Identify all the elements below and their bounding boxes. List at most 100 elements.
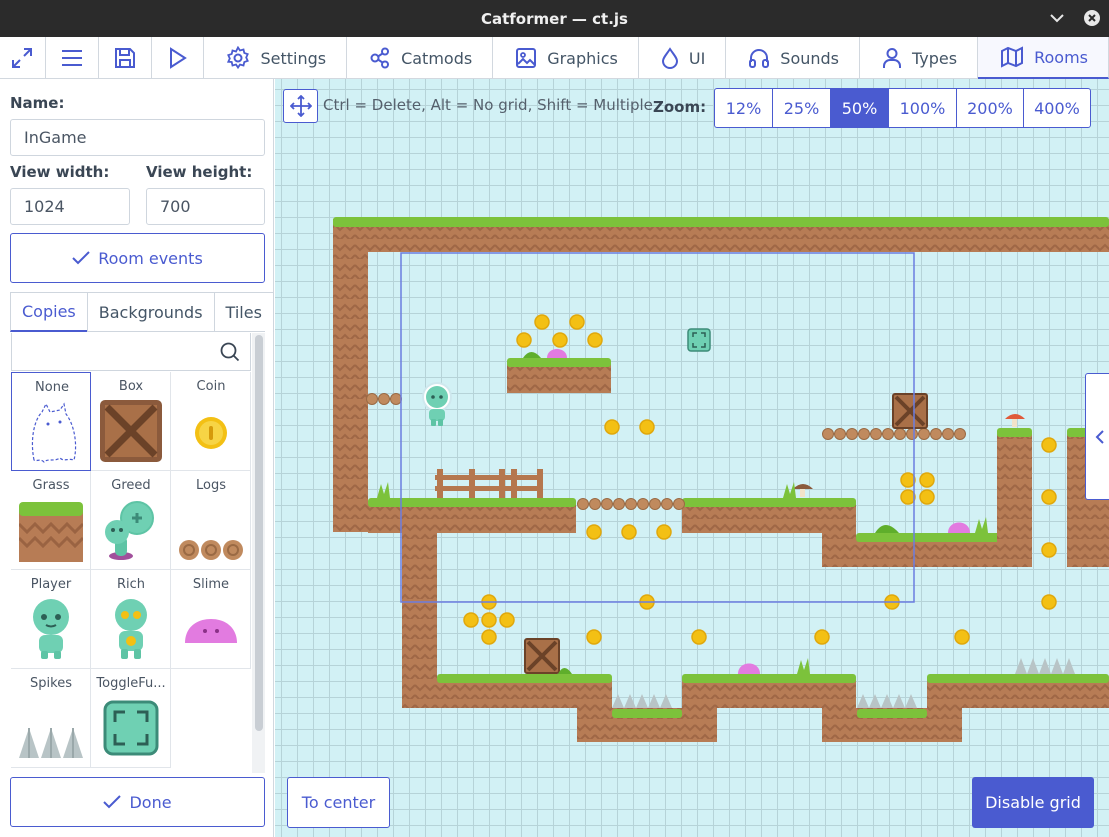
panel-tabs: Copies Backgrounds Tiles: [10, 292, 274, 332]
view-height-input[interactable]: 700: [146, 188, 265, 225]
tab-label: Types: [912, 48, 958, 68]
tab-label: Settings: [260, 48, 327, 68]
type-slime[interactable]: Slime: [171, 570, 251, 669]
type-player[interactable]: Player: [11, 570, 91, 669]
tab-label: Sounds: [780, 48, 840, 68]
type-logs[interactable]: Logs: [171, 471, 251, 570]
chevron-down-icon[interactable]: [1047, 8, 1067, 28]
type-grass[interactable]: Grass: [11, 471, 91, 570]
type-label: Coin: [196, 379, 226, 394]
crate-icon: [100, 400, 162, 462]
title-bar: Catformer — ct.js: [0, 0, 1109, 37]
search-icon: [220, 342, 240, 366]
tab-catmods[interactable]: Catmods: [347, 37, 494, 79]
done-label: Done: [129, 792, 172, 812]
type-label: Spikes: [30, 676, 72, 691]
fullscreen-toggle-icon: [103, 700, 159, 756]
type-box[interactable]: Box: [91, 372, 171, 471]
check-icon: [103, 795, 122, 809]
greed-character-icon: [105, 501, 154, 560]
type-label: Slime: [192, 577, 230, 592]
tab-graphics[interactable]: Graphics: [493, 37, 639, 79]
type-coin[interactable]: Coin: [171, 372, 251, 471]
play-icon: [169, 47, 187, 69]
type-search-input[interactable]: [11, 333, 251, 371]
zoom-25-button[interactable]: 25%: [773, 89, 831, 127]
room-properties-panel: Name: InGame View width: View height: 10…: [0, 79, 274, 837]
type-list-scroll-thumb[interactable]: [255, 335, 263, 731]
play-button[interactable]: [152, 37, 205, 79]
name-label: Name:: [10, 94, 65, 112]
view-width-input[interactable]: 1024: [10, 188, 130, 225]
type-label: Greed: [111, 478, 151, 493]
zoom-400-button[interactable]: 400%: [1024, 89, 1090, 127]
expand-icon: [12, 48, 33, 68]
hamburger-icon: [61, 50, 82, 66]
type-label: ToggleFu...: [96, 676, 166, 691]
user-icon: [883, 48, 902, 68]
zoom-12-button[interactable]: 12%: [715, 89, 773, 127]
tab-tiles[interactable]: Tiles: [213, 292, 274, 332]
spikes-icon: [19, 728, 83, 758]
type-label: Player: [30, 577, 72, 592]
check-icon: [72, 251, 90, 265]
tab-ui[interactable]: UI: [639, 37, 727, 79]
floppy-disk-icon: [114, 48, 135, 68]
zoom-50-button[interactable]: 50%: [831, 89, 889, 127]
tab-sounds[interactable]: Sounds: [726, 37, 861, 79]
image-icon: [516, 48, 537, 68]
ghost-cat-icon: [31, 402, 77, 463]
chevron-left-icon: [1095, 429, 1104, 444]
room-events-button[interactable]: Room events: [10, 233, 265, 283]
rich-character-icon: [115, 599, 147, 659]
type-spikes[interactable]: Spikes: [11, 669, 91, 768]
main-toolbar: Settings Catmods Graphics UI Sounds Type…: [0, 37, 1109, 79]
to-center-button[interactable]: To center: [287, 777, 390, 828]
zoom-200-button[interactable]: 200%: [957, 89, 1024, 127]
tab-rooms[interactable]: Rooms: [978, 37, 1109, 79]
slime-icon: [185, 619, 237, 643]
droplet-icon: [661, 47, 678, 69]
player-character-icon: [33, 599, 69, 659]
room-events-label: Room events: [98, 248, 203, 268]
tab-label: Graphics: [547, 48, 618, 68]
zoom-label: Zoom:: [653, 98, 707, 116]
room-canvas[interactable]: Ctrl = Delete, Alt = No grid, Shift = Mu…: [275, 79, 1109, 837]
map-icon: [1001, 46, 1024, 68]
tab-copies[interactable]: Copies: [10, 292, 88, 332]
menu-button[interactable]: [46, 37, 99, 79]
view-width-label: View width:: [10, 163, 110, 181]
share-nodes-icon: [370, 47, 390, 69]
gear-icon: [227, 46, 250, 70]
editor-hint: Ctrl = Delete, Alt = No grid, Shift = Mu…: [323, 96, 653, 114]
zoom-100-button[interactable]: 100%: [889, 89, 957, 127]
move-room-button[interactable]: [283, 89, 318, 123]
type-greed[interactable]: Greed: [91, 471, 171, 570]
tab-label: UI: [688, 48, 706, 68]
type-label: Box: [118, 379, 144, 394]
tab-types[interactable]: Types: [860, 37, 979, 79]
tab-backgrounds[interactable]: Backgrounds: [86, 292, 215, 332]
tab-settings[interactable]: Settings: [204, 37, 348, 79]
logs-icon: [179, 540, 243, 560]
headphones-icon: [749, 49, 770, 68]
arrows-move-icon: [289, 95, 312, 117]
level-layout: [333, 217, 1109, 742]
type-rich[interactable]: Rich: [91, 570, 171, 669]
room-name-input[interactable]: InGame: [10, 119, 265, 156]
view-height-label: View height:: [146, 163, 253, 181]
window-title: Catformer — ct.js: [480, 9, 628, 28]
save-button[interactable]: [99, 37, 152, 79]
type-togglefullscreen[interactable]: ToggleFu...: [91, 669, 171, 768]
tab-label: Catmods: [401, 48, 473, 68]
coin-icon: [195, 417, 227, 449]
fullscreen-button[interactable]: [0, 37, 46, 79]
disable-grid-button[interactable]: Disable grid: [972, 777, 1094, 828]
type-none[interactable]: None: [11, 372, 91, 471]
close-icon[interactable]: [1084, 10, 1100, 26]
zoom-buttons: 12% 25% 50% 100% 200% 400%: [714, 88, 1091, 128]
type-label: Grass: [32, 478, 70, 493]
type-label: Rich: [116, 577, 146, 592]
side-panel-toggle[interactable]: [1085, 373, 1109, 500]
done-button[interactable]: Done: [10, 777, 265, 827]
